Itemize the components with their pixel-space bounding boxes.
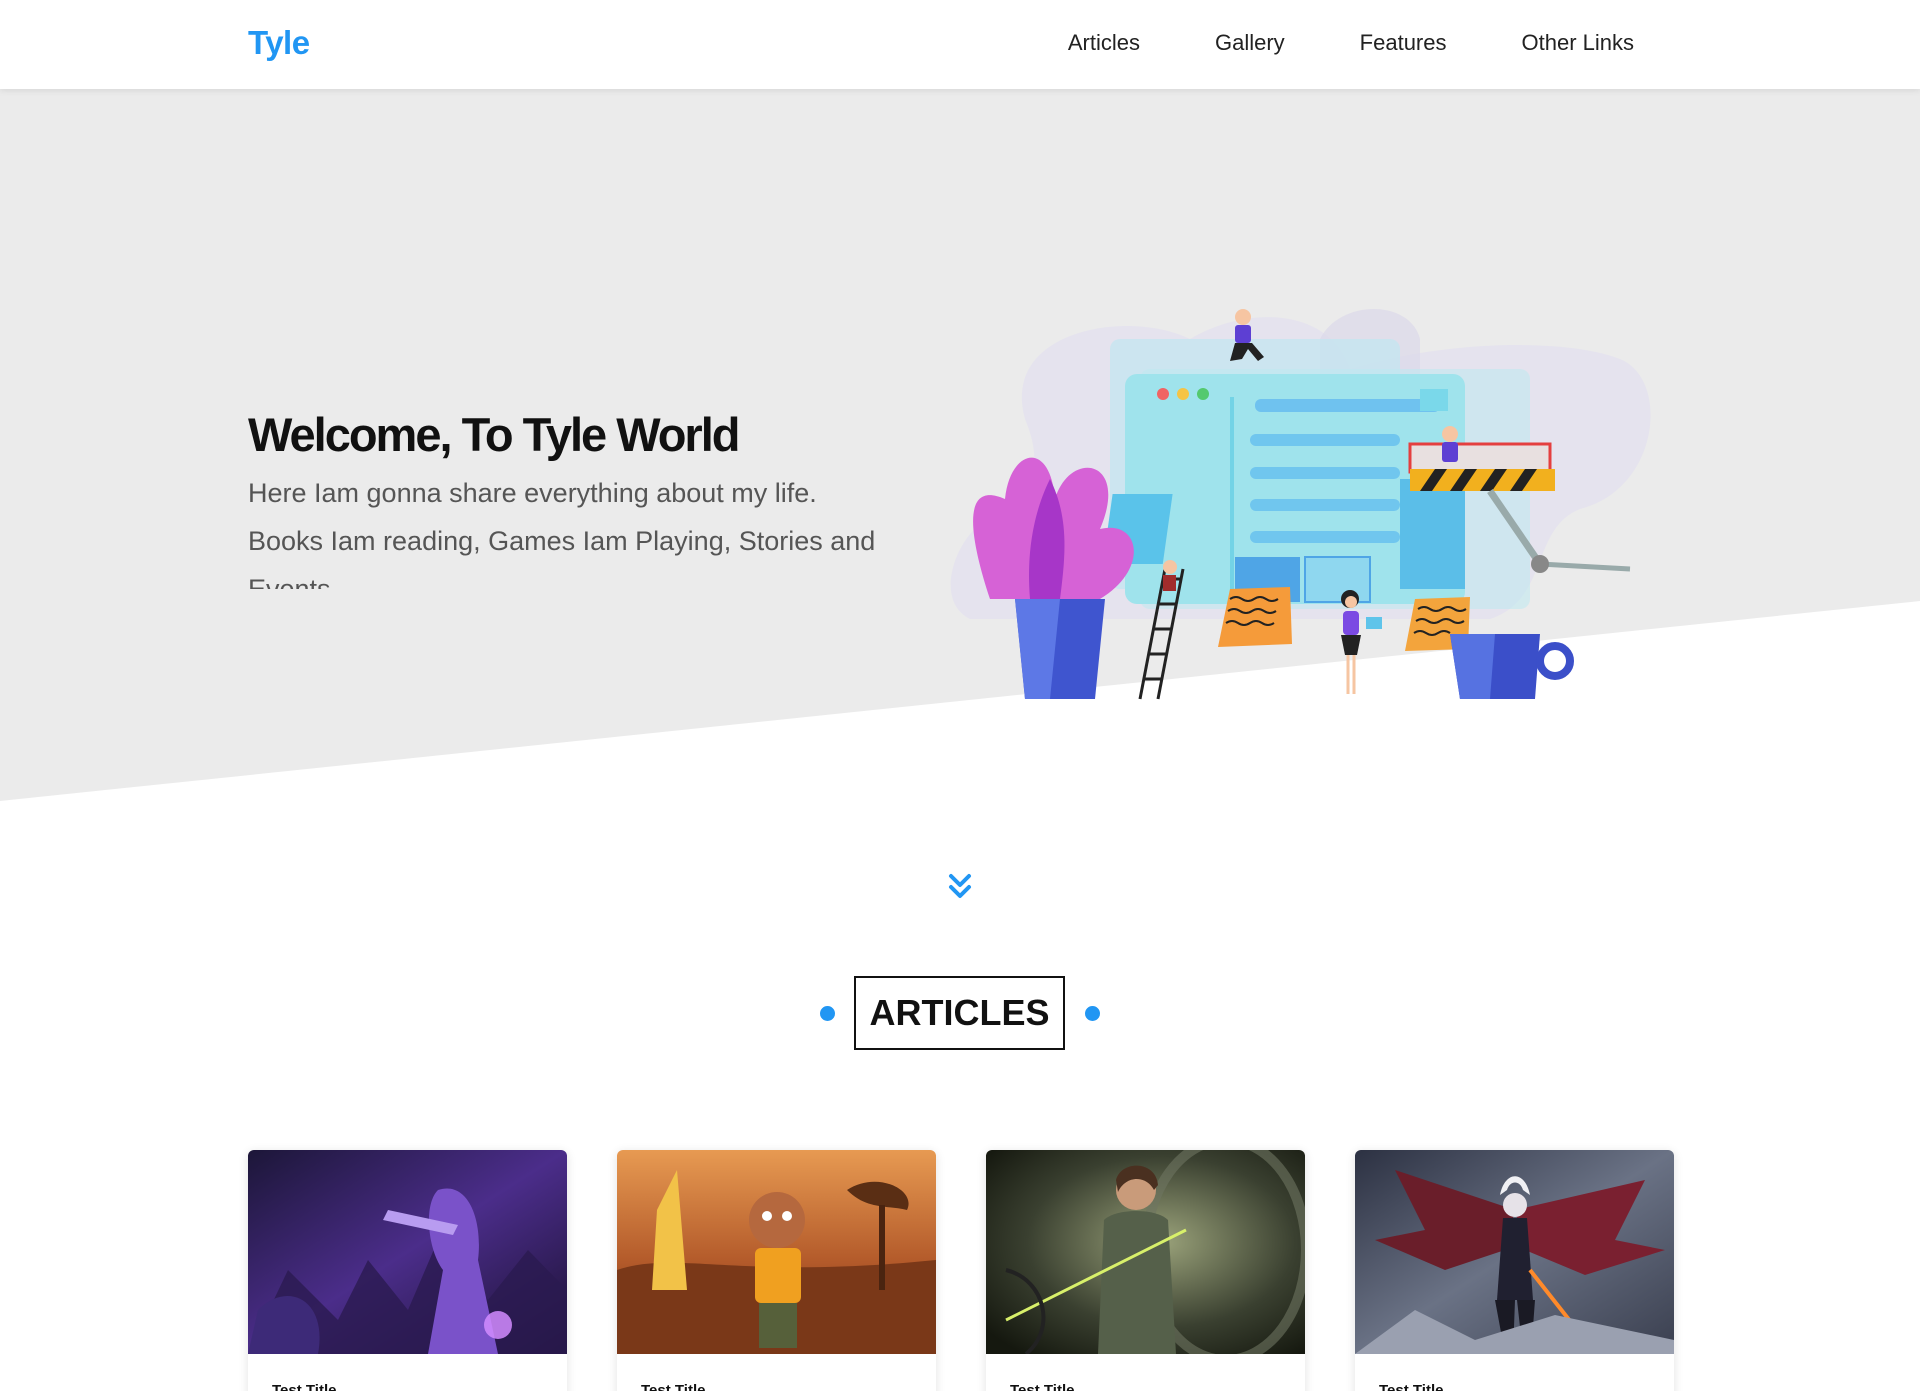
- site-logo[interactable]: Tyle: [248, 24, 310, 62]
- hero-section: Welcome, To Tyle World Here Iam gonna sh…: [0, 89, 1920, 898]
- articles-heading-row: ARTICLES: [0, 976, 1920, 1050]
- hero-text-container: Here Iam gonna share everything about my…: [248, 469, 888, 589]
- card-image-archer-woman: [986, 1150, 1305, 1354]
- nav-articles[interactable]: Articles: [1068, 30, 1140, 56]
- card-title: Test Title: [1379, 1382, 1444, 1391]
- card-title: Test Title: [1010, 1382, 1075, 1391]
- hero-description: Here Iam gonna share everything about my…: [248, 478, 876, 589]
- heading-dot-right: [1085, 1006, 1100, 1021]
- nav-features[interactable]: Features: [1360, 30, 1447, 56]
- article-card[interactable]: Test Title: [248, 1150, 567, 1391]
- scroll-down-icon[interactable]: [948, 872, 972, 902]
- articles-heading: ARTICLES: [854, 976, 1065, 1050]
- hero-title: Welcome, To Tyle World: [248, 408, 740, 461]
- nav-gallery[interactable]: Gallery: [1215, 30, 1285, 56]
- heading-dot-left: [820, 1006, 835, 1021]
- card-title: Test Title: [272, 1382, 337, 1391]
- hero-illustration: [950, 309, 1651, 700]
- card-image-purple-warrior: [248, 1150, 567, 1354]
- article-card[interactable]: Test Title: [1355, 1150, 1674, 1391]
- article-card[interactable]: Test Title: [617, 1150, 936, 1391]
- article-card[interactable]: Test Title: [986, 1150, 1305, 1391]
- card-image-savanna-character: [617, 1150, 936, 1354]
- main-nav: Articles Gallery Features Other Links: [993, 30, 1634, 56]
- nav-other-links[interactable]: Other Links: [1522, 30, 1635, 56]
- card-title: Test Title: [641, 1382, 706, 1391]
- site-header: Tyle Articles Gallery Features Other Lin…: [0, 0, 1920, 89]
- card-image-winged-demon: [1355, 1150, 1674, 1354]
